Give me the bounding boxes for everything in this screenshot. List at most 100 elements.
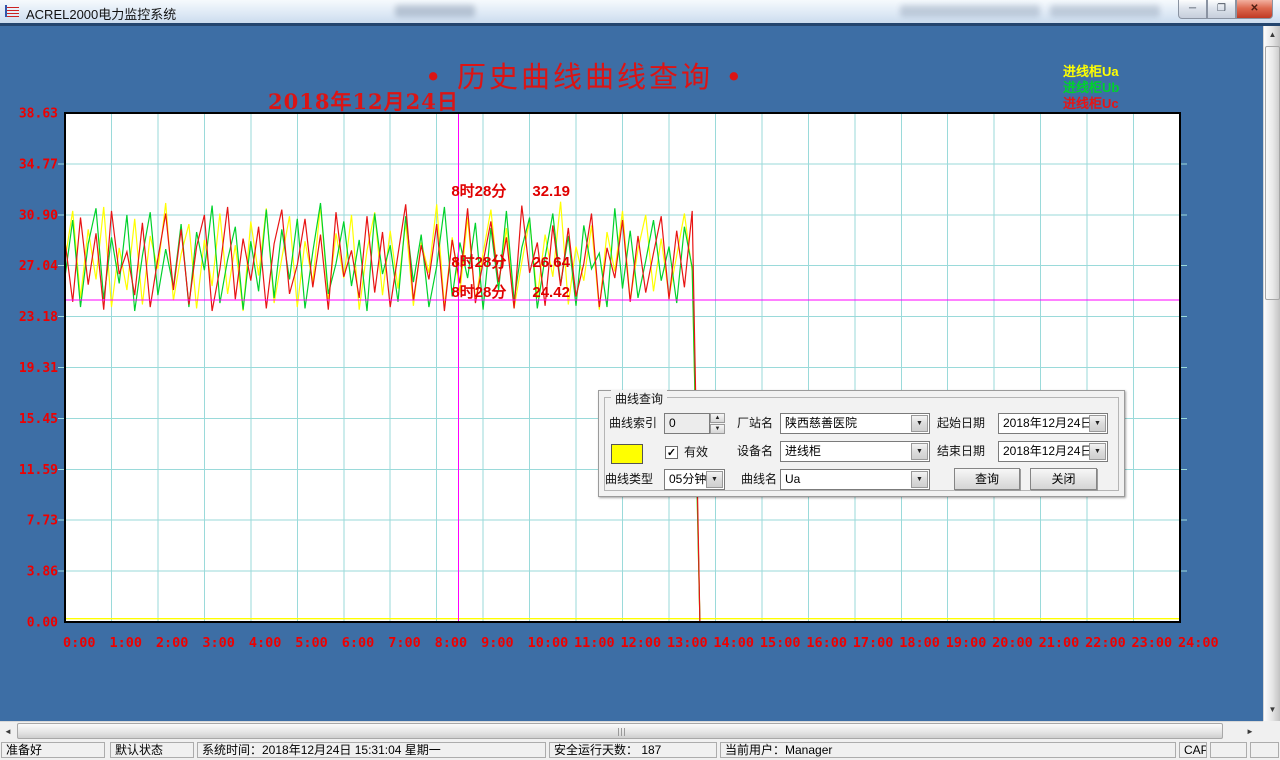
x-tick-label: 24:00 (1178, 635, 1219, 651)
x-tick-label: 20:00 (992, 635, 1033, 651)
scrollbar-grip-icon (618, 728, 626, 736)
chart-panel: 38.6334.7730.9027.0423.1819.3115.4511.59… (0, 26, 1263, 721)
x-tick-label: 6:00 (342, 635, 375, 651)
chevron-down-icon[interactable]: ▼ (911, 471, 928, 488)
curve-query-dialog: 曲线查询 曲线索引 0 ▲ ▼ 厂站名 陕西慈善医院 ▼ 起始日期 2018年1… (598, 390, 1125, 497)
statusbar: 准备好 默认状态 系统时间：2018年12月24日 15:31:04 星期一 安… (0, 740, 1280, 760)
device-combo[interactable]: 进线柜 ▼ (780, 441, 930, 462)
legend-item-ub: 进线柜Ub (1063, 80, 1119, 96)
x-tick-label: 8:00 (435, 635, 468, 651)
y-tick-label: 7.73 (27, 514, 58, 529)
restore-icon: ❐ (1217, 3, 1226, 14)
background-window-artifact (1050, 5, 1160, 17)
dialog-title: 曲线查询 (611, 390, 667, 407)
status-system-time: 系统时间：2018年12月24日 15:31:04 星期一 (197, 742, 546, 758)
curve-name-combo[interactable]: Ua ▼ (780, 469, 930, 490)
curve-index-label: 曲线索引 (609, 413, 657, 434)
dialog-close-button[interactable]: 关闭 (1030, 468, 1097, 490)
annotation-value: 26.64 (532, 254, 570, 271)
minimize-icon: ─ (1189, 3, 1196, 14)
chevron-down-icon[interactable]: ▼ (1089, 415, 1106, 432)
status-cap: CAP (1179, 742, 1207, 758)
spinner-up-icon[interactable]: ▲ (710, 413, 725, 423)
vertical-scrollbar[interactable]: ▲ ▼ (1263, 26, 1280, 721)
station-label: 厂站名 (737, 413, 773, 434)
curve-index-spinner: ▲ ▼ (710, 413, 725, 434)
scroll-down-icon[interactable]: ▼ (1265, 703, 1280, 718)
chart-date-label: 2018年12月24日 (268, 86, 459, 116)
background-window-artifact (395, 5, 475, 17)
device-label: 设备名 (737, 441, 773, 462)
x-tick-label: 3:00 (202, 635, 235, 651)
scroll-up-icon[interactable]: ▲ (1265, 28, 1280, 43)
status-current-user: 当前用户：Manager (720, 742, 1176, 758)
valid-label: 有效 (684, 442, 708, 463)
x-tick-label: 18:00 (899, 635, 940, 651)
close-button[interactable]: ✕ (1236, 0, 1273, 19)
start-date-combo[interactable]: 2018年12月24日 ▼ (998, 413, 1108, 434)
y-tick-label: 38.63 (19, 107, 58, 122)
x-tick-label: 10:00 (528, 635, 569, 651)
valid-checkbox[interactable]: ✓ (665, 446, 678, 459)
station-combo[interactable]: 陕西慈善医院 ▼ (780, 413, 930, 434)
curve-name-value: Ua (785, 472, 800, 486)
crosshair-annotation: 8时28分 26.64 (451, 251, 570, 272)
history-curve-chart[interactable]: 38.6334.7730.9027.0423.1819.3115.4511.59… (0, 26, 1263, 721)
x-tick-label: 14:00 (713, 635, 754, 651)
app-window: ACREL2000电力监控系统 ─ ❐ ✕ 38.6334.7730.9027.… (0, 0, 1280, 760)
curve-type-label: 曲线类型 (605, 469, 653, 490)
annotation-value: 24.42 (532, 284, 570, 301)
end-date-value: 2018年12月24日 (1003, 444, 1092, 458)
scroll-right-icon[interactable]: ► (1243, 724, 1257, 739)
chevron-down-icon[interactable]: ▼ (706, 471, 723, 488)
horizontal-scrollbar-thumb[interactable] (17, 723, 1223, 739)
start-date-value: 2018年12月24日 (1003, 416, 1092, 430)
chevron-down-icon[interactable]: ▼ (911, 443, 928, 460)
y-tick-label: 3.86 (27, 565, 58, 580)
query-button[interactable]: 查询 (954, 468, 1020, 490)
y-tick-label: 34.77 (19, 157, 58, 172)
chevron-down-icon[interactable]: ▼ (911, 415, 928, 432)
crosshair-annotation: 8时28分 24.42 (451, 281, 570, 302)
status-empty-cell (1250, 742, 1279, 758)
x-tick-label: 19:00 (946, 635, 987, 651)
annotation-time: 8时28分 (451, 284, 506, 301)
x-tick-label: 21:00 (1039, 635, 1080, 651)
end-date-combo[interactable]: 2018年12月24日 ▼ (998, 441, 1108, 462)
chevron-down-icon[interactable]: ▼ (1089, 443, 1106, 460)
background-window-artifact (900, 5, 1040, 17)
curve-color-swatch[interactable] (611, 444, 643, 464)
app-icon (5, 5, 19, 17)
crosshair-annotation: 8时28分32.19 (451, 180, 570, 201)
restore-button[interactable]: ❐ (1207, 0, 1236, 19)
status-mode: 默认状态 (110, 742, 194, 758)
y-tick-label: 15.45 (19, 412, 58, 427)
scrollbar-corner (1263, 721, 1280, 740)
y-tick-label: 19.31 (19, 361, 58, 376)
x-tick-label: 15:00 (760, 635, 801, 651)
x-tick-label: 0:00 (63, 635, 96, 651)
legend-item-uc: 进线柜Uc (1063, 96, 1119, 112)
legend-item-ua: 进线柜Ua (1063, 64, 1119, 80)
curve-type-combo[interactable]: 05分钟 ▼ (664, 469, 725, 490)
y-tick-label: 30.90 (19, 208, 58, 223)
x-tick-label: 7:00 (388, 635, 421, 651)
titlebar[interactable]: ACREL2000电力监控系统 ─ ❐ ✕ (0, 0, 1280, 26)
x-tick-label: 12:00 (621, 635, 662, 651)
curve-index-input[interactable]: 0 (664, 413, 710, 434)
vertical-scrollbar-thumb[interactable] (1265, 46, 1280, 300)
window-title: ACREL2000电力监控系统 (26, 4, 176, 23)
y-tick-label: 23.18 (19, 310, 58, 325)
y-tick-label: 11.59 (19, 463, 58, 478)
device-value: 进线柜 (785, 444, 821, 458)
annotation-time: 8时28分 (451, 254, 506, 271)
curve-type-value: 05分钟 (669, 472, 706, 486)
horizontal-scrollbar[interactable]: ◄ ► (0, 721, 1263, 740)
spinner-down-icon[interactable]: ▼ (710, 424, 725, 434)
chart-legend: 进线柜Ua 进线柜Ub 进线柜Uc (1063, 64, 1119, 112)
x-tick-label: 17:00 (853, 635, 894, 651)
x-tick-label: 4:00 (249, 635, 282, 651)
scroll-left-icon[interactable]: ◄ (1, 724, 15, 739)
minimize-button[interactable]: ─ (1178, 0, 1207, 19)
x-tick-label: 1:00 (109, 635, 142, 651)
